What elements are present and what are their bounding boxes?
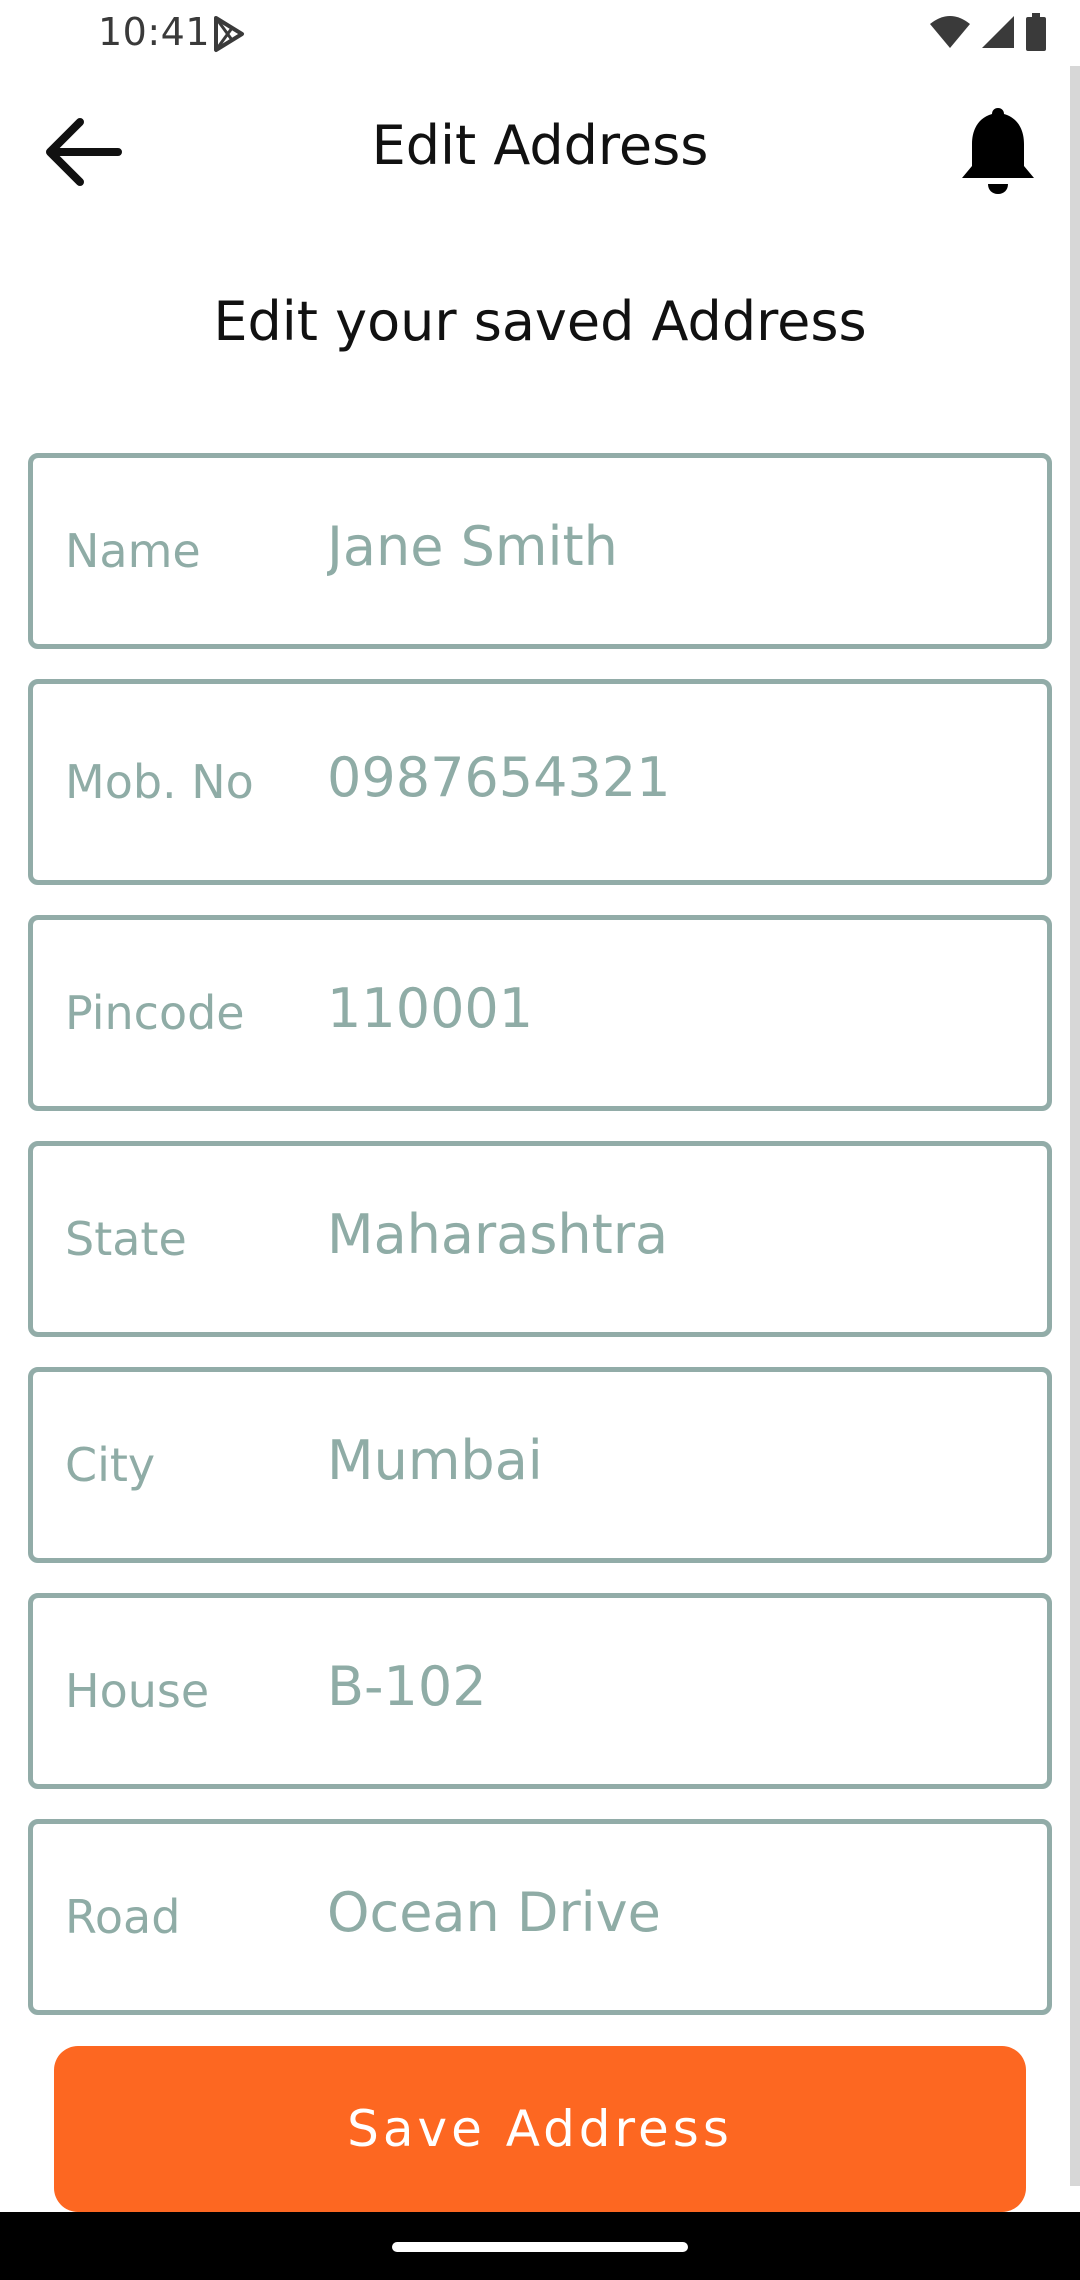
wifi-icon [928, 14, 972, 54]
bell-icon [958, 104, 1038, 200]
battery-icon [1024, 13, 1048, 55]
status-bar: 10:41 [0, 0, 1080, 66]
app-header: Edit Address [0, 66, 1080, 232]
status-time: 10:41 [98, 10, 211, 54]
state-field: State [28, 1141, 1052, 1337]
house-field: House [28, 1593, 1052, 1789]
road-field: Road [28, 1819, 1052, 2015]
mobile-field: Mob. No [28, 679, 1052, 885]
play-store-icon [208, 14, 248, 54]
pincode-field: Pincode [28, 915, 1052, 1111]
mobile-label: Mob. No [65, 755, 254, 809]
house-input[interactable] [327, 1646, 1023, 1727]
edit-address-screen: 10:41 Edit Address Edit your saved Addre… [0, 0, 1080, 2280]
form-subtitle: Edit your saved Address [213, 290, 867, 353]
system-nav-bar [0, 2212, 1080, 2280]
save-address-button[interactable]: Save Address [54, 2046, 1026, 2212]
address-form: Name Mob. No Pincode State City House Ro… [28, 453, 1052, 2045]
pincode-input[interactable] [327, 968, 1023, 1049]
city-input[interactable] [327, 1420, 1023, 1501]
pincode-label: Pincode [65, 986, 245, 1040]
name-input[interactable] [327, 506, 1023, 587]
home-gesture-handle[interactable] [392, 2242, 688, 2252]
house-label: House [65, 1664, 210, 1718]
notifications-button[interactable] [950, 102, 1046, 202]
road-input[interactable] [327, 1872, 1023, 1953]
city-label: City [65, 1438, 156, 1492]
mobile-input[interactable] [327, 737, 1023, 818]
city-field: City [28, 1367, 1052, 1563]
scrollbar[interactable] [1070, 66, 1080, 2186]
page-title: Edit Address [371, 114, 709, 177]
state-label: State [65, 1212, 187, 1266]
state-input[interactable] [327, 1194, 1023, 1275]
status-icons [928, 13, 1048, 55]
name-field: Name [28, 453, 1052, 649]
name-label: Name [65, 524, 201, 578]
road-label: Road [65, 1890, 181, 1944]
cell-signal-icon [980, 14, 1016, 54]
